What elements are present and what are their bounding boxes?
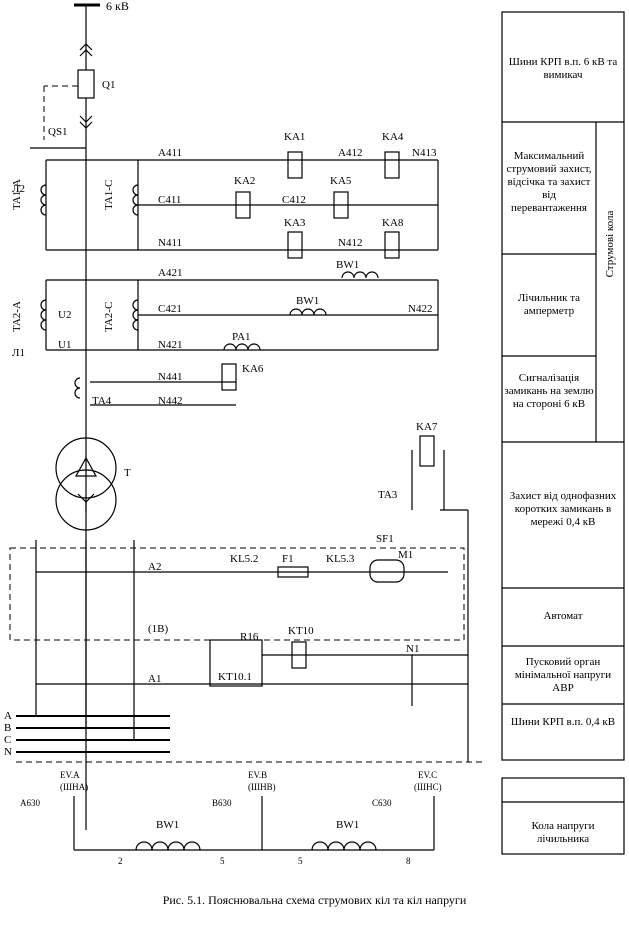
svg-text:8: 8 [406, 856, 411, 866]
relay-ka8 [384, 231, 400, 259]
svg-text:BW1: BW1 [336, 259, 359, 271]
svg-text:N1: N1 [406, 643, 419, 655]
voltage-circuit: EV.A (ШНА) A630 EV.B (ШНВ) B630 EV.C (ШН… [20, 770, 442, 866]
ev-a-name: EV.A [60, 770, 80, 780]
svg-text:TA2-C: TA2-C [103, 302, 115, 332]
legend-row-4: Сигналізація замикань на землю на сторон… [504, 372, 594, 410]
relay-ka1 [287, 151, 303, 179]
ev-c-name: EV.C [418, 770, 437, 780]
breaker-04-label: (1B) [148, 623, 169, 635]
svg-text:5: 5 [298, 856, 303, 866]
ta4-circuit: TA4 KA6 N441 N442 [74, 363, 264, 407]
bus-b: B [4, 722, 11, 734]
svg-text:KL5.3: KL5.3 [326, 553, 355, 565]
legend-row-6: Автомат [543, 610, 583, 622]
svg-text:KA7: KA7 [416, 421, 438, 433]
svg-text:N422: N422 [408, 303, 432, 315]
svg-text:KA4: KA4 [382, 131, 404, 143]
ev-b-name: EV.B [248, 770, 267, 780]
figure-caption: Рис. 5.1. Пояснювальна схема струмових к… [162, 893, 467, 907]
svg-text:F1: F1 [282, 553, 294, 565]
svg-text:U2: U2 [58, 309, 71, 321]
ev-b-sub: (ШНВ) [248, 782, 276, 792]
buses: A B C N [4, 710, 486, 763]
svg-text:TA3: TA3 [378, 489, 398, 501]
ammeter-label: PA1 [232, 331, 251, 343]
ct1-circuits: TA1-A TA1-C Л2 KA1 KA4 A411 A412 N413 KA… [11, 131, 439, 259]
supply-label: 6 кВ [106, 0, 129, 13]
relay-ka7 [419, 435, 435, 467]
bus-n: N [4, 746, 12, 758]
supply-line: 6 кВ Q1 QS1 [30, 0, 129, 830]
svg-text:KL5.2: KL5.2 [230, 553, 258, 565]
svg-text:C421: C421 [158, 303, 182, 315]
svg-text:N413: N413 [412, 147, 437, 159]
svg-text:A2: A2 [148, 561, 161, 573]
ev-c-wire: C630 [372, 798, 392, 808]
ct2-circuits: TA2-A TA2-C U2 U1 Л1 A421 C421 N422 N421… [11, 259, 439, 359]
ev-b-wire: B630 [212, 798, 232, 808]
legend-row-1: Шини КРП в.п. 6 кВ та вимикач [508, 56, 618, 81]
schematic-diagram: 6 кВ Q1 QS1 TA1-A TA1-C Л2 KA1 KA4 A411 … [4, 0, 625, 866]
legend-row-2: Максимальний струмовий захист, відсічка … [506, 150, 592, 214]
relay-ka3 [287, 231, 303, 259]
svg-text:N441: N441 [158, 371, 182, 383]
svg-text:N421: N421 [158, 339, 182, 351]
svg-text:SF1: SF1 [376, 533, 394, 545]
svg-text:KA8: KA8 [382, 217, 404, 229]
svg-text:C412: C412 [282, 194, 306, 206]
svg-text:N442: N442 [158, 395, 182, 407]
relay-ka6 [221, 363, 237, 391]
svg-text:U1: U1 [58, 339, 71, 351]
switch-label: QS1 [48, 126, 68, 138]
svg-text:KA1: KA1 [284, 131, 305, 143]
ev-a-sub: (ШНА) [60, 782, 88, 792]
relay-ka4 [384, 151, 400, 179]
bus-c: C [4, 734, 11, 746]
transformer: T [55, 437, 131, 531]
svg-text:A1: A1 [148, 673, 161, 685]
svg-text:BW1: BW1 [296, 295, 319, 307]
svg-text:KA5: KA5 [330, 175, 352, 187]
svg-text:5: 5 [220, 856, 225, 866]
legend-row-3: Лічильник та амперметр [517, 292, 581, 317]
ka7-ta3: KA7 TA3 [378, 421, 469, 762]
breaker-label: Q1 [102, 79, 115, 91]
breaker-q1 [77, 69, 95, 99]
svg-text:TA2-A: TA2-A [11, 301, 23, 332]
svg-text:A421: A421 [158, 267, 182, 279]
transformer-label: T [124, 467, 131, 479]
svg-text:A411: A411 [158, 147, 182, 159]
svg-text:C411: C411 [158, 194, 181, 206]
svg-text:KT10: KT10 [288, 625, 314, 637]
svg-text:M1: M1 [398, 549, 413, 561]
svg-text:N411: N411 [158, 237, 182, 249]
svg-text:KT10.1: KT10.1 [218, 671, 252, 683]
svg-text:Л1: Л1 [12, 347, 25, 359]
svg-text:KA2: KA2 [234, 175, 255, 187]
legend-row-7: Пусковий орган мінімальної напруги АВР [514, 656, 612, 694]
svg-text:KA6: KA6 [242, 363, 264, 375]
low-voltage: A2 KL5.2 F1 KL5.3 SF1 M1 (1B) A1 R16 KT1… [35, 533, 468, 740]
bus-a: A [4, 710, 12, 722]
svg-text:Л2: Л2 [12, 183, 25, 195]
bw-bottom-1: BW1 [156, 819, 179, 831]
ev-c-sub: (ШНС) [414, 782, 442, 792]
legend-bottom: Кола напруги лічильника [531, 820, 595, 845]
svg-text:R16: R16 [240, 631, 259, 643]
svg-text:2: 2 [118, 856, 123, 866]
svg-text:TA1-C: TA1-C [103, 180, 115, 210]
legend-row-5: Захист від однофазних коротких замикань … [509, 490, 617, 528]
svg-text:N412: N412 [338, 237, 362, 249]
ev-a-wire: A630 [20, 798, 40, 808]
bw-bottom-2: BW1 [336, 819, 359, 831]
svg-text:KA3: KA3 [284, 217, 306, 229]
svg-text:A412: A412 [338, 147, 362, 159]
legend-row-8: Шини КРП в.п. 0,4 кВ [510, 716, 616, 728]
legend-side-label: Струмові кола [604, 210, 616, 278]
